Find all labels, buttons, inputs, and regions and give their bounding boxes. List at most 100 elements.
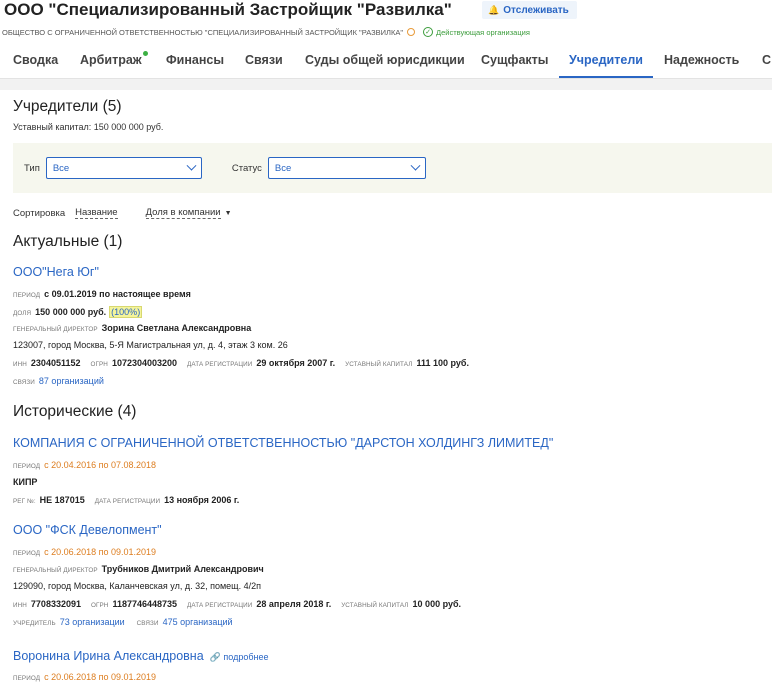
inn-caption: инн — [13, 361, 27, 368]
current-title: Актуальные (1) — [13, 233, 123, 250]
founder-ids: инн 2304051152 огрн 1072304003200 дата р… — [13, 358, 479, 368]
period-caption: период — [13, 463, 41, 470]
tab-arbitration[interactable]: Арбитраж — [80, 44, 148, 75]
founder-link[interactable]: Воронина Ирина Александровна — [13, 649, 204, 663]
links-link[interactable]: 87 организаций — [39, 376, 104, 386]
founder-period: период с 09.01.2019 по настоящее время — [13, 289, 201, 299]
founder-director: генеральный директор Трубников Дмитрий А… — [13, 564, 274, 574]
capital-value: 10 000 руб. — [412, 599, 462, 609]
founder-orgs-link[interactable]: 73 организации — [60, 617, 125, 627]
link-icon: 🔗 — [209, 652, 221, 662]
tab-links[interactable]: Связи — [245, 44, 283, 75]
historic-title: Исторические (4) — [13, 403, 137, 420]
period-caption: период — [13, 550, 41, 557]
details-label: подробнее — [223, 652, 269, 662]
sort-by-name[interactable]: Название — [75, 207, 118, 219]
founder-country: КИПР — [13, 477, 37, 487]
founder-period: период с 20.04.2016 по 07.08.2018 — [13, 460, 166, 470]
check-circle-icon: ✓ — [423, 27, 434, 37]
founder-period: период с 20.06.2018 по 09.01.2019 — [13, 547, 166, 557]
reg-caption: дата регистрации — [187, 361, 253, 368]
tab-reliability[interactable]: Надежность — [664, 44, 739, 75]
period-caption: период — [13, 292, 41, 299]
tab-summary[interactable]: Сводка — [13, 44, 58, 75]
type-filter-label: Тип — [24, 162, 40, 174]
sort-label: Сортировка — [13, 207, 66, 219]
capital-value: 111 100 руб. — [416, 358, 469, 368]
reg-caption: дата регистрации — [187, 602, 253, 609]
sort-by-share[interactable]: Доля в компании — [145, 207, 221, 219]
founder-link[interactable]: ООО"Нега Юг" — [13, 265, 99, 279]
share-percent: (100%) — [109, 306, 143, 318]
inn-value: 7708332091 — [30, 599, 81, 609]
inn-caption: инн — [13, 602, 27, 609]
ogrn-caption: огрн — [90, 361, 108, 368]
founder-entry-title: Воронина Ирина Александровна 🔗 подробнее — [13, 649, 268, 663]
founder-link[interactable]: КОМПАНИЯ С ОГРАНИЧЕННОЙ ОТВЕТСТВЕННОСТЬЮ… — [13, 436, 553, 450]
type-select[interactable]: Все — [45, 157, 202, 179]
founder-share: доля 150 000 000 руб. (100%) — [13, 306, 143, 318]
status-text: Действующая организация — [436, 27, 530, 37]
country-value: КИПР — [13, 477, 38, 487]
status-select-value: Все — [274, 162, 292, 174]
founder-link[interactable]: ООО "ФСК Девелопмент" — [13, 523, 162, 537]
regno-caption: рег №: — [13, 498, 36, 505]
address-value: 123007, город Москва, 5-Я Магистральная … — [13, 340, 288, 350]
capital-caption: уставный капитал — [341, 602, 409, 609]
sort-row: Сортировка Название Доля в компании ▼ — [13, 207, 232, 219]
reg-caption: дата регистрации — [94, 498, 161, 505]
tab-facts[interactable]: Сущфакты — [481, 44, 548, 75]
address-value: 129090, город Москва, Каланчевская ул, д… — [13, 581, 261, 591]
founder-caption: учредитель — [13, 620, 56, 627]
company-full-name: ОБЩЕСТВО С ОГРАНИЧЕННОЙ ОТВЕТСТВЕННОСТЬЮ… — [2, 27, 404, 37]
founder-ids: рег №: НЕ 187015 дата регистрации 13 ноя… — [13, 495, 249, 505]
reg-value: 13 ноября 2006 г. — [164, 495, 240, 505]
period-value: с 09.01.2019 по настоящее время — [44, 289, 191, 299]
links-caption: связи — [136, 620, 159, 627]
founder-period: период с 20.06.2018 по 09.01.2019 — [13, 672, 166, 682]
ogrn-caption: огрн — [90, 602, 109, 609]
links-link[interactable]: 475 организаций — [163, 617, 233, 627]
section-title: Учредители (5) — [13, 98, 122, 115]
share-value: 150 000 000 руб. — [35, 307, 107, 317]
type-select-value: Все — [52, 162, 70, 174]
director-caption: генеральный директор — [13, 326, 98, 333]
tab-more[interactable]: С — [762, 44, 771, 75]
period-value: с 20.06.2018 по 09.01.2019 — [44, 547, 157, 557]
director-value: Зорина Светлана Александровна — [101, 323, 252, 333]
separator-band — [0, 79, 772, 90]
caret-down-icon: ▼ — [224, 209, 232, 217]
ogrn-value: 1072304003200 — [111, 358, 178, 368]
founder-links: связи 87 организаций — [13, 376, 116, 386]
clock-icon[interactable] — [407, 28, 416, 36]
capital-caption: уставный капитал — [345, 361, 413, 368]
bell-icon: 🔔 — [488, 4, 500, 15]
chevron-down-icon — [410, 160, 421, 171]
company-full-name-line: ОБЩЕСТВО С ОГРАНИЧЕННОЙ ОТВЕТСТВЕННОСТЬЮ… — [2, 27, 530, 37]
tab-bar: Сводка Арбитраж Финансы Связи Суды общей… — [0, 44, 772, 78]
company-title: ООО "Специализированный Застройщик "Разв… — [4, 0, 452, 19]
links-caption: связи — [13, 379, 35, 386]
period-caption: период — [13, 675, 41, 682]
tab-courts[interactable]: Суды общей юрисдикции — [305, 44, 465, 75]
ogrn-value: 1187746448735 — [112, 599, 178, 609]
tab-finance[interactable]: Финансы — [166, 44, 224, 75]
period-value: с 20.04.2016 по 07.08.2018 — [44, 460, 157, 470]
period-value: с 20.06.2018 по 09.01.2019 — [44, 672, 157, 682]
reg-value: 29 октября 2007 г. — [256, 358, 336, 368]
founder-links: учредитель 73 организации связи 475 орга… — [13, 617, 245, 627]
founder-director: генеральный директор Зорина Светлана Але… — [13, 323, 261, 333]
director-value: Трубников Дмитрий Александрович — [101, 564, 264, 574]
status-select[interactable]: Все — [267, 157, 426, 179]
follow-button[interactable]: 🔔 Отслеживать — [482, 1, 577, 19]
regno-value: НЕ 187015 — [39, 495, 85, 505]
founder-address: 123007, город Москва, 5-Я Магистральная … — [13, 340, 288, 350]
reg-value: 28 апреля 2018 г. — [256, 599, 332, 609]
tab-founders[interactable]: Учредители — [559, 44, 653, 78]
follow-label: Отслеживать — [503, 4, 569, 16]
status-badge: ✓ Действующая организация — [423, 27, 530, 37]
details-link[interactable]: 🔗 подробнее — [210, 652, 269, 663]
share-caption: доля — [13, 310, 32, 317]
founder-address: 129090, город Москва, Каланчевская ул, д… — [13, 581, 261, 591]
founder-ids: инн 7708332091 огрн 1187746448735 дата р… — [13, 599, 471, 609]
